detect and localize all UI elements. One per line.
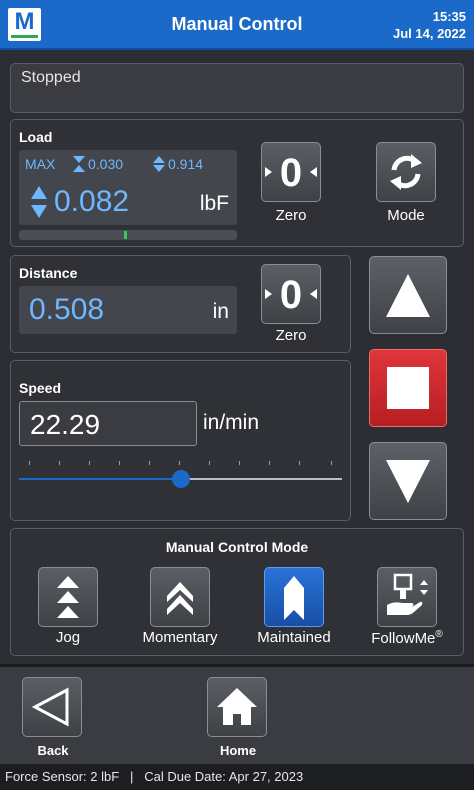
home-button[interactable] — [207, 677, 267, 737]
distance-value: 0.508 — [29, 293, 105, 326]
mode-momentary-button[interactable] — [150, 567, 210, 627]
mode-followme-button[interactable] — [377, 567, 437, 627]
load-panel: Load MAX 0.030 0.914 0.082 lbF 0 Zero Mo… — [10, 119, 464, 247]
load-direction-icon — [31, 186, 47, 218]
load-readout[interactable]: MAX 0.030 0.914 0.082 lbF — [19, 150, 237, 225]
mode-followme-label: FollowMe® — [357, 629, 457, 647]
max-high-value: 0.914 — [168, 156, 204, 172]
back-label: Back — [37, 743, 69, 758]
slider-tick — [29, 461, 30, 465]
mode-jog-button[interactable] — [38, 567, 98, 627]
load-zero-button[interactable]: 0 — [261, 142, 321, 202]
sensor-status-bar: Force Sensor: 2 lbF | Cal Due Date: Apr … — [0, 764, 474, 790]
svg-text:0: 0 — [280, 273, 302, 317]
move-up-button[interactable] — [369, 256, 447, 334]
slider-tick — [59, 461, 60, 465]
logo-stripe — [11, 35, 38, 38]
max-low-value: 0.030 — [88, 156, 124, 172]
speed-panel: Speed 22.29 in/min — [10, 360, 351, 521]
status-display: Stopped — [10, 63, 464, 113]
slider-tick — [179, 461, 180, 465]
zero-icon: 0 — [265, 151, 317, 195]
slider-tick — [269, 461, 270, 465]
home-label: Home — [219, 743, 257, 758]
stop-button[interactable] — [369, 349, 447, 427]
mode-maintained-label: Maintained — [257, 629, 331, 646]
speed-unit: in/min — [203, 411, 260, 434]
slider-tick — [149, 461, 150, 465]
refresh-icon — [390, 154, 422, 190]
mode-maintained-button[interactable] — [264, 567, 324, 627]
mode-label: Mode — [387, 207, 425, 224]
maintained-icon — [284, 576, 304, 620]
followme-icon — [387, 573, 428, 615]
slider-tick — [119, 461, 120, 465]
stop-icon — [387, 367, 429, 409]
slider-thumb[interactable] — [172, 470, 190, 488]
distance-unit: in — [212, 300, 229, 323]
status-text: Stopped — [21, 69, 81, 86]
clock-time: 15:35 — [432, 9, 466, 24]
app-header: M Manual Control 15:35 Jul 14, 2022 — [0, 0, 474, 50]
slider-track — [181, 478, 342, 480]
distance-readout[interactable]: 0.508 in — [19, 286, 237, 334]
move-down-button[interactable] — [369, 442, 447, 520]
jog-icon — [57, 576, 79, 618]
speed-label: Speed — [19, 380, 62, 396]
mode-jog-label: Jog — [55, 629, 81, 646]
arrow-down-icon — [386, 460, 430, 503]
max-label: MAX — [25, 156, 56, 172]
slider-tick — [209, 461, 210, 465]
clock-date: Jul 14, 2022 — [393, 26, 466, 41]
back-button[interactable] — [22, 677, 82, 737]
footer-nav: Back Home — [0, 664, 474, 764]
home-icon — [217, 688, 257, 725]
slider-tick — [239, 461, 240, 465]
clock: 15:35 Jul 14, 2022 — [393, 8, 466, 42]
back-icon — [31, 687, 69, 727]
slider-tick — [89, 461, 90, 465]
speed-input[interactable]: 22.29 — [19, 401, 197, 446]
momentary-icon — [167, 582, 193, 615]
load-bar-marker — [124, 231, 127, 239]
svg-text:0: 0 — [280, 151, 302, 195]
limit-low-icon — [73, 156, 85, 172]
registered-mark: ® — [435, 629, 443, 640]
zero-icon: 0 — [265, 273, 317, 317]
mode-momentary-label: Momentary — [142, 629, 218, 646]
load-label: Load — [19, 129, 53, 145]
mode-button[interactable] — [376, 142, 436, 202]
speed-value: 22.29 — [30, 409, 101, 440]
limit-high-icon — [153, 156, 165, 172]
slider-fill — [19, 478, 181, 480]
mode-followme-text: FollowMe — [371, 630, 436, 647]
load-unit: lbF — [199, 192, 229, 215]
sensor-status-text: Force Sensor: 2 lbF | Cal Due Date: Apr … — [5, 769, 304, 784]
control-mode-title: Manual Control Mode — [165, 539, 309, 555]
slider-tick — [331, 461, 332, 465]
slider-tick — [299, 461, 300, 465]
distance-zero-button[interactable]: 0 — [261, 264, 321, 324]
load-value: 0.082 — [54, 185, 130, 218]
load-zero-label: Zero — [275, 207, 307, 224]
load-bar — [19, 230, 237, 240]
arrow-up-icon — [386, 274, 430, 317]
speed-slider[interactable] — [19, 459, 342, 499]
distance-zero-label: Zero — [275, 327, 307, 344]
distance-label: Distance — [19, 265, 78, 281]
distance-panel: Distance 0.508 in 0 Zero — [10, 255, 351, 353]
control-mode-panel: Manual Control Mode Jog Momentary Mainta… — [10, 528, 464, 656]
